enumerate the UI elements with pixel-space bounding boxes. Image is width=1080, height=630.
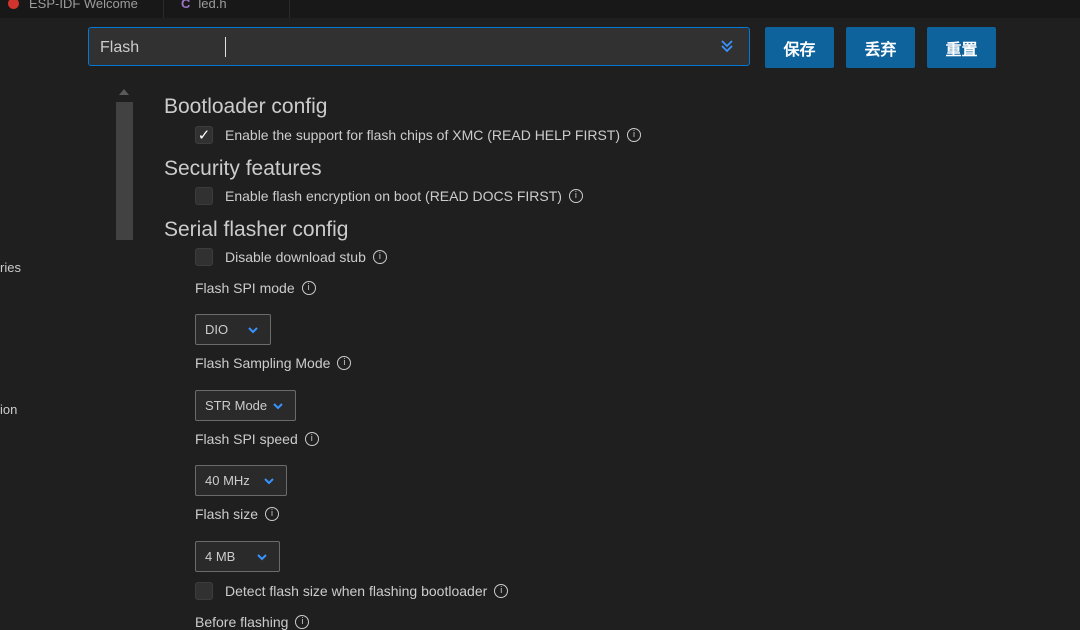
flash-encryption-checkbox[interactable] bbox=[195, 187, 213, 205]
info-icon[interactable]: i bbox=[372, 250, 387, 264]
download-stub-checkbox[interactable] bbox=[195, 248, 213, 266]
flash-size-select[interactable]: 4 MB bbox=[195, 541, 280, 572]
option-label: Enable flash encryption on boot (READ DO… bbox=[225, 188, 562, 204]
option-disable-download-stub: Disable download stub i bbox=[195, 248, 387, 266]
chevron-down-icon bbox=[273, 403, 283, 410]
option-xmc-support: ✓ Enable the support for flash chips of … bbox=[195, 126, 642, 144]
chevron-down-icon bbox=[257, 554, 267, 561]
sidebar-item[interactable]: ries bbox=[0, 260, 21, 275]
flash-spi-speed-select[interactable]: 40 MHz bbox=[195, 465, 287, 496]
chevron-down-icon bbox=[248, 327, 258, 334]
discard-button[interactable]: 丢弃 bbox=[846, 27, 915, 68]
option-label: Flash SPI mode bbox=[195, 280, 295, 296]
chevron-down-icon bbox=[264, 478, 274, 485]
select-value: STR Mode bbox=[205, 398, 268, 413]
info-icon[interactable]: i bbox=[265, 507, 280, 521]
info-icon[interactable]: i bbox=[627, 128, 642, 142]
scroll-up-arrow-icon[interactable] bbox=[119, 89, 129, 95]
option-label: Disable download stub bbox=[225, 249, 366, 265]
chevron-down-icon[interactable] bbox=[719, 38, 735, 54]
info-icon[interactable]: i bbox=[301, 281, 316, 295]
esp-icon bbox=[8, 0, 19, 9]
reset-button[interactable]: 重置 bbox=[927, 27, 996, 68]
info-icon[interactable]: i bbox=[337, 356, 352, 370]
option-label: Flash size bbox=[195, 506, 259, 522]
flash-sampling-mode-select[interactable]: STR Mode bbox=[195, 390, 296, 421]
option-detect-flash-size: Detect flash size when flashing bootload… bbox=[195, 582, 509, 600]
editor-tab-bar: ESP-IDF Welcome C led.h bbox=[0, 0, 1080, 18]
c-file-icon: C bbox=[181, 0, 191, 11]
save-button[interactable]: 保存 bbox=[765, 27, 834, 68]
tab-label: led.h bbox=[198, 0, 227, 11]
tab-esp-idf-welcome[interactable]: ESP-IDF Welcome bbox=[0, 0, 164, 18]
option-label: Detect flash size when flashing bootload… bbox=[225, 583, 488, 599]
info-icon[interactable]: i bbox=[494, 584, 509, 598]
info-icon[interactable]: i bbox=[304, 432, 319, 446]
text-caret bbox=[225, 37, 226, 57]
xmc-checkbox[interactable]: ✓ bbox=[195, 126, 213, 144]
option-label: Flash Sampling Mode bbox=[195, 355, 331, 371]
scrollbar-thumb[interactable] bbox=[116, 102, 133, 240]
flash-spi-mode-label-row: Flash SPI mode i bbox=[195, 280, 316, 296]
option-label: Before flashing bbox=[195, 614, 289, 630]
select-value: DIO bbox=[205, 322, 229, 337]
tab-led-h[interactable]: C led.h bbox=[165, 0, 290, 18]
select-value: 40 MHz bbox=[205, 473, 250, 488]
section-title-security-features: Security features bbox=[164, 157, 322, 180]
search-input[interactable] bbox=[89, 28, 722, 67]
sidebar-item[interactable]: ion bbox=[0, 402, 17, 417]
flash-sampling-mode-label-row: Flash Sampling Mode i bbox=[195, 355, 352, 371]
flash-spi-speed-label-row: Flash SPI speed i bbox=[195, 431, 319, 447]
section-title-serial-flasher-config: Serial flasher config bbox=[164, 218, 349, 241]
select-value: 4 MB bbox=[205, 549, 236, 564]
info-icon[interactable]: i bbox=[568, 189, 583, 203]
detect-flash-size-checkbox[interactable] bbox=[195, 582, 213, 600]
option-label: Flash SPI speed bbox=[195, 431, 298, 447]
flash-spi-mode-select[interactable]: DIO bbox=[195, 314, 271, 345]
flash-size-label-row: Flash size i bbox=[195, 506, 280, 522]
option-flash-encryption: Enable flash encryption on boot (READ DO… bbox=[195, 187, 583, 205]
info-icon[interactable]: i bbox=[295, 615, 310, 629]
search-box[interactable] bbox=[88, 27, 750, 67]
option-label: Enable the support for flash chips of XM… bbox=[225, 127, 621, 143]
before-flashing-label-row: Before flashing i bbox=[195, 614, 310, 630]
tab-label: ESP-IDF Welcome bbox=[29, 0, 138, 11]
section-title-bootloader-config: Bootloader config bbox=[164, 95, 328, 118]
